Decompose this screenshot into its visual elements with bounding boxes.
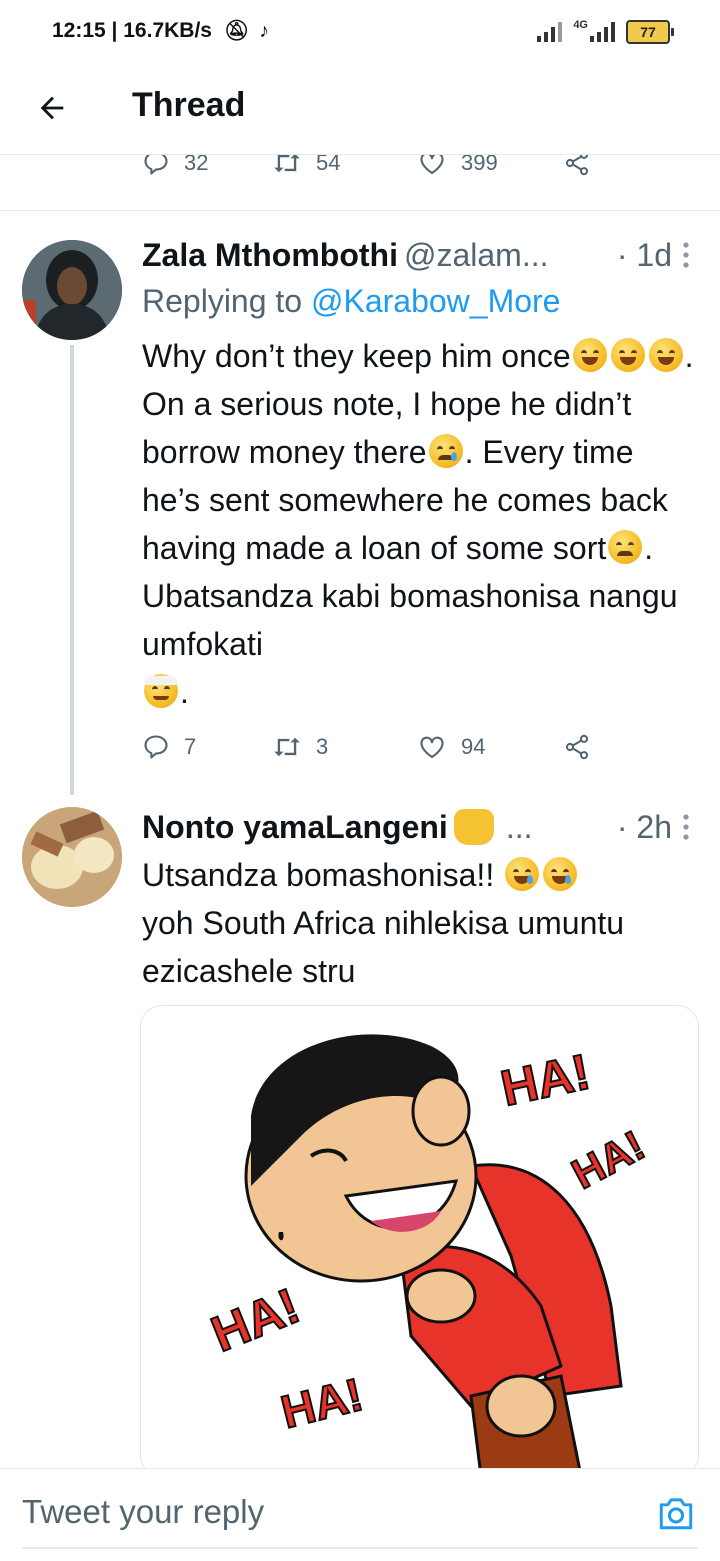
network-label: 4G (573, 19, 588, 31)
tweet-media[interactable]: HA! HA! HA! HA! (140, 1005, 699, 1468)
reply-button[interactable]: 7 (142, 733, 272, 761)
retweet-button[interactable]: 54 (272, 155, 417, 177)
like-count: 399 (461, 155, 498, 175)
rofl-emoji-icon (543, 857, 578, 891)
reply-count: 32 (184, 155, 209, 175)
tweet-actions-zala: 7 3 94 (142, 733, 612, 761)
like-button[interactable]: 94 (417, 733, 562, 761)
raised-fist-emoji-icon (453, 809, 494, 845)
reply-icon (144, 735, 168, 759)
more-icon[interactable] (682, 813, 690, 841)
parent-tweet-actions: 32 54 399 (142, 155, 612, 177)
tweet-text-part: Utsandza bomashonisa!! (142, 857, 495, 893)
tweet-text-part: . (180, 674, 189, 710)
bandage-emoji-icon (144, 674, 178, 708)
avatar-zala[interactable] (22, 240, 122, 340)
retweet-icon (274, 155, 300, 173)
avatar-image (22, 240, 122, 340)
more-icon[interactable] (682, 241, 690, 269)
status-time-speed: 12:15 | 16.7KB/s (52, 19, 212, 42)
replying-to: Replying to @Karabow_More (142, 277, 698, 325)
share-button[interactable] (562, 155, 592, 177)
reply-count: 7 (184, 734, 197, 759)
laughing-cartoon-image (141, 1006, 698, 1468)
sweat-emoji-icon (428, 434, 463, 468)
like-count: 94 (461, 734, 486, 759)
reply-icon (144, 155, 168, 175)
thread-content: 32 54 399 Zala Mthombothi @zalam... · 1d (0, 155, 720, 1468)
retweet-icon (274, 737, 300, 757)
retweet-count: 3 (316, 734, 329, 759)
grinning-emoji-icon (648, 338, 683, 372)
avatar-nonto[interactable] (22, 807, 122, 907)
arrow-left-icon (40, 96, 64, 120)
grinning-emoji-icon (572, 338, 607, 372)
tweet-text-nonto: Utsandza bomashonisa!! yoh South Africa … (142, 851, 698, 995)
retweet-count: 54 (316, 155, 341, 175)
reply-bar: Tweet your reply (0, 1468, 720, 1561)
tweet-text-part: Why don’t they keep him once (142, 338, 571, 374)
reply-input-underline (22, 1547, 698, 1549)
thread-line (70, 345, 74, 795)
weary-emoji-icon (608, 530, 643, 564)
like-button[interactable]: 399 (417, 155, 562, 177)
heart-icon (420, 736, 444, 758)
tweet-header-zala: Zala Mthombothi @zalam... · 1d (142, 235, 690, 275)
author-handle[interactable]: ... (506, 809, 533, 846)
share-button[interactable] (562, 733, 592, 761)
reply-input[interactable]: Tweet your reply (22, 1493, 264, 1531)
status-icons: 4G 77 (537, 19, 674, 44)
heart-icon (420, 155, 444, 174)
reply-button[interactable]: 32 (142, 155, 272, 177)
signal-icon (537, 22, 563, 42)
author-name[interactable]: Nonto yamaLangeni (142, 809, 448, 846)
tiktok-icon: ♪ (259, 20, 270, 42)
replying-to-link[interactable]: @Karabow_More (311, 283, 560, 319)
avatar-image (22, 807, 122, 907)
camera-icon (659, 1498, 693, 1530)
share-icon (565, 734, 589, 760)
tweet-text-part: yoh South Africa nihlekisa umuntu ezicas… (142, 905, 625, 989)
share-icon (565, 155, 589, 176)
signal-4g-icon (590, 22, 615, 42)
battery-icon: 77 (626, 20, 674, 44)
tweet-header-nonto: Nonto yamaLangeni ... · 2h (142, 807, 690, 847)
page-title: Thread (132, 86, 246, 124)
retweet-button[interactable]: 3 (272, 733, 417, 761)
replying-prefix: Replying to (142, 283, 311, 319)
status-time: 12:15 | 16.7KB/s 🔕︎ ♪ (52, 18, 269, 43)
app-bar: Thread (0, 62, 720, 155)
divider (0, 210, 720, 211)
tweet-time: · 1d (616, 236, 672, 273)
camera-button[interactable] (656, 1495, 696, 1536)
mute-icon: 🔕︎ (223, 20, 250, 42)
status-bar: 12:15 | 16.7KB/s 🔕︎ ♪ 4G 77 (0, 0, 720, 62)
author-handle[interactable]: @zalam... (404, 237, 549, 274)
tweet-time: · 2h (616, 808, 672, 845)
rofl-emoji-icon (505, 857, 540, 891)
tweet-text-zala: Why don’t they keep him once. On a serio… (142, 332, 698, 716)
battery-level: 77 (640, 24, 656, 40)
author-name[interactable]: Zala Mthombothi (142, 237, 398, 274)
back-button[interactable] (28, 84, 76, 132)
grinning-emoji-icon (610, 338, 645, 372)
